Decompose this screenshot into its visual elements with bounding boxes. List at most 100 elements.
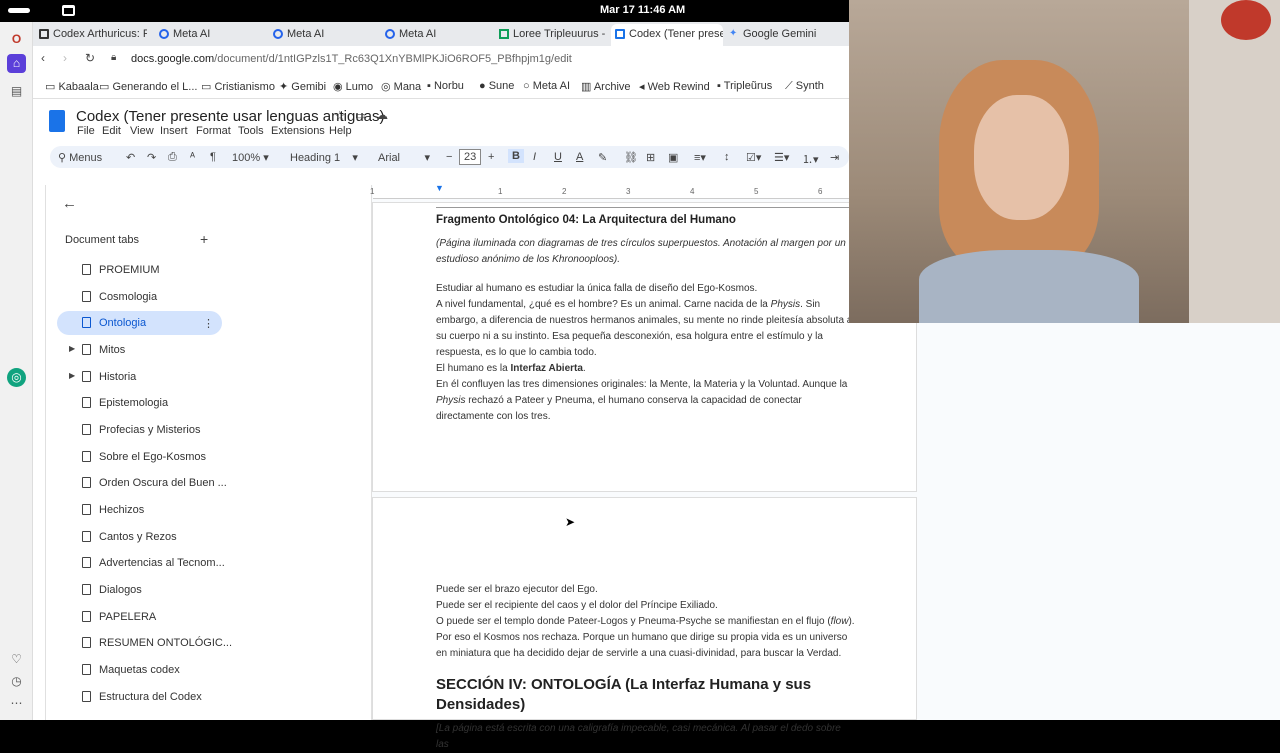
reload-icon[interactable]: ↻ [85, 51, 95, 65]
sidebar-item-ontologia[interactable]: Ontologia ⋮ [82, 317, 214, 335]
checklist-icon[interactable]: ☑▾ [746, 151, 761, 164]
tab-meta-ai-3[interactable]: Meta AI [381, 24, 487, 46]
menu-help[interactable]: Help [329, 125, 352, 137]
chatgpt-icon[interactable]: ◎ [7, 368, 26, 387]
bullet-list-icon[interactable]: ☰▾ [774, 151, 789, 164]
fragment-heading[interactable]: Fragmento Ontológico 04: La Arquitectura… [436, 212, 856, 228]
zoom-select[interactable]: 100% ▾ [232, 151, 269, 164]
spellcheck-icon[interactable]: ᴬ [190, 151, 195, 163]
comment-icon[interactable]: ⊞ [646, 151, 655, 164]
section-heading[interactable]: SECCIÓN IV: ONTOLOGÍA (La Interfaz Human… [436, 675, 856, 715]
star-icon[interactable]: ☆ [334, 108, 346, 124]
more-options-icon[interactable]: ⋮ [203, 317, 214, 330]
image-icon[interactable]: ▣ [668, 151, 678, 164]
bookmark-lumo[interactable]: ◉ Lumo [333, 80, 373, 93]
paragraph-3[interactable]: El humano es la Interfaz Abierta. [436, 361, 856, 377]
sidebar-item-hechizos[interactable]: Hechizos [82, 504, 144, 522]
expand-icon[interactable]: ▶ [69, 371, 75, 380]
sidebar-item-profecias[interactable]: Profecias y Misterios [82, 424, 200, 442]
history-icon[interactable]: ◷ [7, 672, 26, 691]
paragraph-6[interactable]: Puede ser el recipiente del caos y el do… [436, 598, 856, 614]
bold-icon[interactable]: B [508, 149, 524, 163]
docs-logo-icon[interactable] [49, 110, 65, 132]
menu-file[interactable]: File [77, 125, 95, 137]
bookmark-mana[interactable]: ◎ Mana [381, 80, 421, 93]
horizontal-ruler[interactable]: 1 ▼ 1 2 3 4 5 6 [370, 183, 913, 199]
italic-annotation[interactable]: (Página iluminada con diagramas de tres … [436, 236, 856, 268]
home-icon[interactable]: ⌂ [7, 54, 26, 73]
tab-loree[interactable]: Loree Tripleuurus - C [495, 24, 605, 46]
menu-view[interactable]: View [130, 125, 154, 137]
font-select[interactable]: Arial ▾ [378, 151, 430, 164]
link-icon[interactable]: ⛓ [624, 151, 638, 164]
sidebar-item-cantos[interactable]: Cantos y Rezos [82, 531, 177, 549]
pages-icon[interactable]: ▤ [7, 82, 26, 101]
bookmark-gemibi[interactable]: ✦ Gemibi [279, 80, 326, 93]
font-size-input[interactable]: 23 [459, 149, 482, 165]
url-field[interactable]: docs.google.com/document/d/1ntIGPzls1T_R… [131, 53, 572, 65]
sidebar-item-resumen[interactable]: RESUMEN ONTOLÓGIC... [82, 637, 232, 655]
sidebar-item-papelera[interactable]: PAPELERA [82, 611, 156, 629]
back-icon[interactable]: ‹ [41, 51, 45, 65]
sidebar-item-dialogos[interactable]: Dialogos [82, 584, 142, 602]
sidebar-item-ego-kosmos[interactable]: Sobre el Ego-Kosmos [82, 451, 206, 469]
cloud-status-icon[interactable]: ☁ [376, 108, 388, 122]
opera-logo-icon[interactable]: O [7, 30, 26, 49]
menu-edit[interactable]: Edit [102, 125, 121, 137]
sidebar-item-historia[interactable]: ▶ Historia [69, 371, 136, 389]
paragraph-7[interactable]: O puede ser el templo donde Pateer-Logos… [436, 614, 856, 630]
paragraph-5[interactable]: Puede ser el brazo ejecutor del Ego. [436, 582, 856, 598]
bookmark-tripleurus[interactable]: ▪ Tripleũrus [717, 80, 772, 92]
sidebar-item-epistemologia[interactable]: Epistemologia [82, 397, 168, 415]
undo-icon[interactable]: ↶ [126, 151, 135, 164]
bookmark-kabaala[interactable]: ▭ Kabaala [45, 80, 99, 93]
sidebar-item-proemium[interactable]: PROEMIUM [82, 264, 160, 282]
section-annotation[interactable]: [La página está escrita con una caligraf… [436, 721, 856, 753]
print-icon[interactable]: ⎙ [168, 151, 177, 164]
system-clock[interactable]: Mar 17 11:46 AM [600, 4, 685, 16]
tab-codex-docs[interactable]: Codex (Tener presen [611, 24, 723, 46]
menu-extensions[interactable]: Extensions [271, 125, 325, 137]
sidebar-item-advertencias[interactable]: Advertencias al Tecnom... [82, 557, 225, 575]
paragraph-2[interactable]: A nivel fundamental, ¿qué es el hombre? … [436, 297, 856, 361]
bookmark-norbu[interactable]: ▪ Norbu [427, 80, 464, 92]
redo-icon[interactable]: ↷ [147, 151, 156, 164]
bookmark-meta-ai[interactable]: ○ Meta AI [523, 80, 570, 92]
increase-font-size-icon[interactable]: + [488, 151, 494, 163]
decrease-font-size-icon[interactable]: − [446, 151, 452, 163]
more-icon[interactable]: ⋯ [7, 694, 26, 713]
forward-icon[interactable]: › [63, 51, 67, 65]
tab-meta-ai-1[interactable]: Meta AI [155, 24, 261, 46]
sidebar-item-orden-oscura[interactable]: Orden Oscura del Buen ... [82, 477, 227, 495]
indent-marker-icon[interactable]: ▼ [435, 183, 444, 193]
activities-indicator[interactable] [8, 8, 30, 13]
tab-google-gemini[interactable]: ✦ Google Gemini [725, 24, 835, 46]
align-icon[interactable]: ≡▾ [694, 151, 706, 164]
bookmark-web-rewind[interactable]: ◂ Web Rewind [639, 80, 710, 93]
paint-format-icon[interactable]: ¶ [210, 151, 216, 163]
numbered-list-icon[interactable]: ⒈▾ [802, 151, 819, 167]
bookmark-cristianismo[interactable]: ▭ Cristianismo [201, 80, 275, 93]
menu-insert[interactable]: Insert [160, 125, 188, 137]
bookmark-sune[interactable]: ● Sune [479, 80, 514, 92]
search-menus-button[interactable]: ⚲ Menus [58, 151, 102, 164]
highlight-icon[interactable]: ✎ [598, 151, 607, 164]
move-folder-icon[interactable]: ▭ [355, 109, 365, 122]
paragraph-1[interactable]: Estudiar al humano es estudiar la única … [436, 281, 856, 297]
back-arrow-icon[interactable]: ← [62, 195, 77, 212]
heart-icon[interactable]: ♡ [7, 650, 26, 669]
menu-format[interactable]: Format [196, 125, 231, 137]
tab-codex-arthuricus[interactable]: Codex Arthuricus: P [35, 24, 147, 46]
bookmark-archive[interactable]: ▥ Archive [581, 80, 631, 93]
style-select[interactable]: Heading 1 ▾ [290, 151, 358, 164]
sidebar-item-mitos[interactable]: ▶ Mitos [69, 344, 125, 362]
line-spacing-icon[interactable]: ↕ [724, 151, 730, 163]
expand-icon[interactable]: ▶ [69, 344, 75, 353]
menu-tools[interactable]: Tools [238, 125, 264, 137]
paragraph-4[interactable]: En él confluyen las tres dimensiones ori… [436, 377, 856, 425]
underline-icon[interactable]: U [554, 151, 562, 163]
italic-icon[interactable]: I [533, 151, 536, 163]
add-tab-icon[interactable]: + [200, 231, 208, 247]
window-icon[interactable] [62, 5, 75, 16]
sidebar-item-cosmologia[interactable]: Cosmologia [82, 291, 157, 309]
